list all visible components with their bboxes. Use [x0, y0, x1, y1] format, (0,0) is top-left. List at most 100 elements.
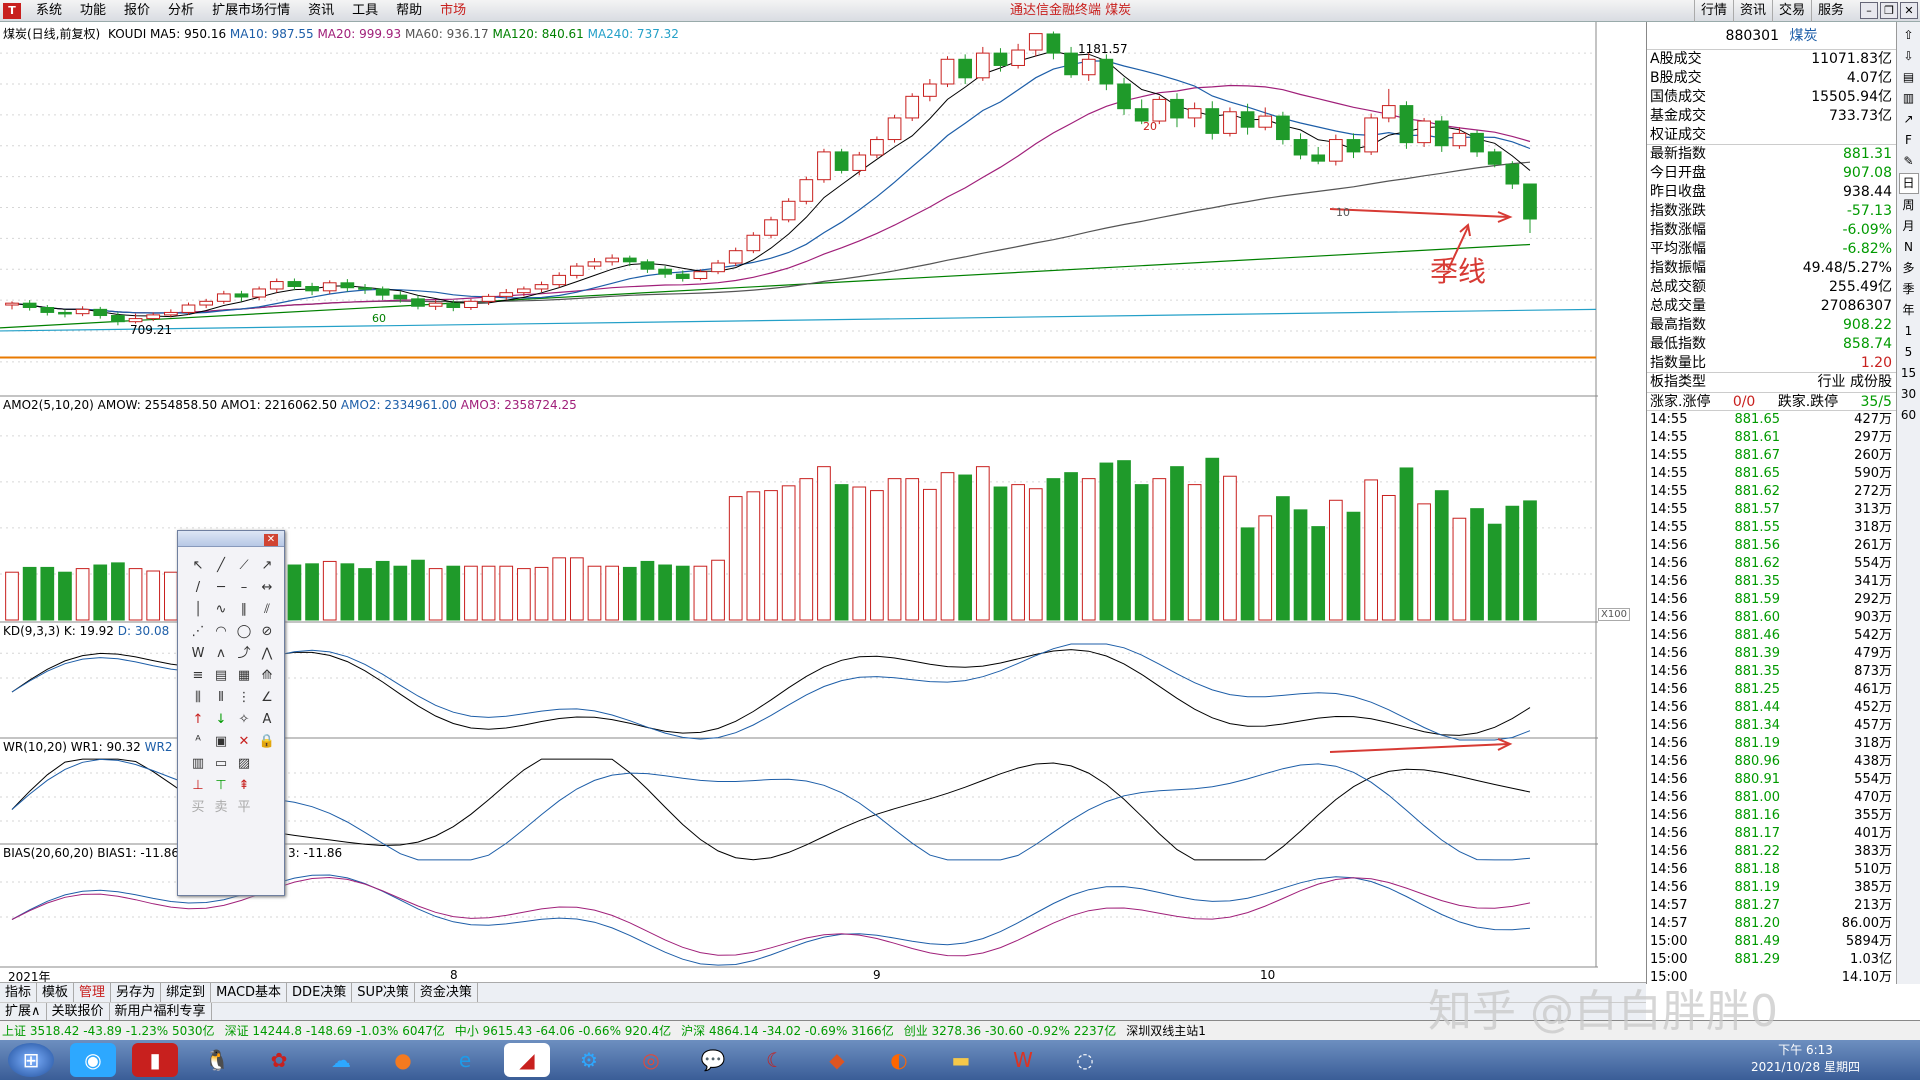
parallel-tool-icon[interactable]: ∥ — [233, 599, 255, 621]
up-arrow-icon[interactable]: ↑ — [187, 709, 209, 731]
firefox-icon[interactable]: ● — [380, 1043, 426, 1077]
period-season[interactable]: 季 — [1899, 280, 1919, 299]
fan-tool-icon[interactable]: ⟰ — [256, 665, 278, 687]
tab-newuser[interactable]: 新用户福利专享 — [110, 1003, 212, 1020]
kline-icon[interactable]: ▥ — [1899, 89, 1919, 108]
text-tool-icon[interactable]: A — [256, 709, 278, 731]
menu-tools[interactable]: 工具 — [343, 0, 387, 22]
period-week[interactable]: 周 — [1899, 196, 1919, 215]
tab-expand[interactable]: 扩展∧ — [0, 1003, 47, 1020]
delete-tool-icon[interactable]: ✕ — [233, 731, 255, 753]
tdx-app-icon[interactable]: ▮ — [132, 1043, 178, 1077]
menu-news[interactable]: 资讯 — [299, 0, 343, 22]
hsegment-icon[interactable]: ↔ — [256, 577, 278, 599]
status-hs[interactable]: 沪深 4864.14 -34.02 -0.69% 3166亿 — [681, 1022, 894, 1039]
menu-function[interactable]: 功能 — [71, 0, 115, 22]
start-button[interactable]: ⊞ — [8, 1043, 54, 1077]
angle-tool-icon[interactable]: ∠ — [256, 687, 278, 709]
menu-fuwu[interactable]: 服务 — [1810, 0, 1850, 22]
tab-bind[interactable]: 绑定到 — [161, 983, 212, 1002]
menu-system[interactable]: 系统 — [27, 0, 71, 22]
video-icon[interactable]: ◌ — [1062, 1043, 1108, 1077]
period-5min[interactable]: 5 — [1899, 343, 1919, 362]
nav-up-icon[interactable]: ⇧ — [1899, 26, 1919, 45]
restore-icon[interactable]: ❐ — [1880, 2, 1898, 19]
note-tool-icon[interactable]: ▥ — [187, 753, 209, 775]
status-zx[interactable]: 中小 9615.43 -64.06 -0.66% 920.4亿 — [455, 1022, 671, 1039]
qq-icon[interactable]: 🐧 — [194, 1043, 240, 1077]
menu-ext-market[interactable]: 扩展市场行情 — [203, 0, 299, 22]
f10-icon[interactable]: F — [1899, 131, 1919, 150]
sell-text-icon[interactable]: 卖 — [210, 797, 232, 819]
w-pattern-icon[interactable]: W — [187, 643, 209, 665]
wave-tool-icon[interactable]: ∿ — [210, 599, 232, 621]
close-icon[interactable]: ✕ — [1900, 2, 1918, 19]
mark-tool-icon[interactable]: ✧ — [233, 709, 255, 731]
period-multi[interactable]: 多 — [1899, 259, 1919, 278]
hray-tool-icon[interactable]: – — [233, 577, 255, 599]
down-arrow-icon[interactable]: ↓ — [210, 709, 232, 731]
app-orange-icon[interactable]: ◐ — [876, 1043, 922, 1077]
period-n[interactable]: N — [1899, 238, 1919, 257]
tab-save-as[interactable]: 另存为 — [111, 983, 162, 1002]
arc-tool-icon[interactable]: ◠ — [210, 621, 232, 643]
square-tool-icon[interactable]: ▣ — [210, 731, 232, 753]
grid-tool-icon[interactable]: ≡ — [187, 665, 209, 687]
period-15min[interactable]: 15 — [1899, 364, 1919, 383]
status-sh[interactable]: 上证 3518.42 -43.89 -1.23% 5030亿 — [2, 1022, 215, 1039]
fib-tool-icon[interactable]: ⋰ — [187, 621, 209, 643]
tab-sup[interactable]: SUP决策 — [352, 983, 415, 1002]
period-day[interactable]: 日 — [1898, 173, 1919, 194]
menu-help[interactable]: 帮助 — [387, 0, 431, 22]
vline-tool-icon[interactable]: │ — [187, 599, 209, 621]
line-tool-icon[interactable]: ╱ — [210, 555, 232, 577]
cursor-tool-icon[interactable]: ↖ — [187, 555, 209, 577]
browser-360-icon[interactable]: ◉ — [70, 1043, 116, 1077]
wechat-icon[interactable]: 💬 — [690, 1043, 736, 1077]
flat-mark-icon[interactable]: ⇞ — [233, 775, 255, 797]
menu-zixun[interactable]: 资讯 — [1732, 0, 1772, 22]
zigzag-tool-icon[interactable]: ⋀ — [256, 643, 278, 665]
circle-tool-icon[interactable]: ◯ — [233, 621, 255, 643]
toolbox-close-icon[interactable]: ✕ — [264, 534, 278, 546]
status-sz[interactable]: 深证 14244.8 -148.69 -1.03% 6047亿 — [225, 1022, 445, 1039]
tab-indicator[interactable]: 指标 — [0, 983, 38, 1002]
menu-analysis[interactable]: 分析 — [159, 0, 203, 22]
arrow-line-icon[interactable]: ↗ — [256, 555, 278, 577]
network-icon[interactable]: ⚙ — [566, 1043, 612, 1077]
wps-icon[interactable]: W — [1000, 1043, 1046, 1077]
app-diamond-icon[interactable]: ◆ — [814, 1043, 860, 1077]
tick-list[interactable]: 14:55 881.65 427万 14:55 881.61 297万 14:55 881.6… — [1647, 411, 1896, 987]
chart-icon[interactable]: ▤ — [1899, 68, 1919, 87]
buy-text-icon[interactable]: 买 — [187, 797, 209, 819]
sell-mark-icon[interactable]: ⊤ — [210, 775, 232, 797]
tab-fund[interactable]: 资金决策 — [415, 983, 478, 1002]
cloud-icon[interactable]: ☁ — [318, 1043, 364, 1077]
tab-related[interactable]: 关联报价 — [47, 1003, 110, 1020]
box-tool-icon[interactable]: ▤ — [210, 665, 232, 687]
status-cy[interactable]: 创业 3278.36 -30.60 -0.92% 2237亿 — [904, 1022, 1117, 1039]
channel-tool-icon[interactable]: ⫽ — [256, 599, 278, 621]
system-clock[interactable]: 下午 6:13 2021/10/28 星期四 — [1751, 1042, 1860, 1076]
menu-jiaoyi[interactable]: 交易 — [1771, 0, 1811, 22]
tab-macd[interactable]: MACD基本 — [211, 983, 288, 1002]
drawing-toolbox[interactable]: ✕ ↖ ╱ ⟋ ↗ / ─ – ↔ │ ∿ ∥ ⫽ ⋰ ◠ ◯ ⊘ Wʌ ⤴ ⋀ ≡ ▤ ▦ ⟰ ⫼ ⦀ ⋮ ∠ ↑ ↓ ✧… — [177, 530, 285, 896]
menu-quote[interactable]: 报价 — [115, 0, 159, 22]
chrome-icon[interactable]: ◎ — [628, 1043, 674, 1077]
cycle-tool-icon[interactable]: ⦀ — [210, 687, 232, 709]
tab-template[interactable]: 模板 — [37, 983, 75, 1002]
menu-market[interactable]: 市场 — [431, 0, 475, 22]
period-year[interactable]: 年 — [1899, 301, 1919, 320]
trend-tool-icon[interactable]: ⤴ — [233, 643, 255, 665]
app-red-icon[interactable]: ☾ — [752, 1043, 798, 1077]
label-tool-icon[interactable]: ᴬ — [187, 731, 209, 753]
rect-tool-icon[interactable]: ▭ — [210, 753, 232, 775]
folder-icon[interactable]: ▬ — [938, 1043, 984, 1077]
period-1min[interactable]: 1 — [1899, 322, 1919, 341]
period-60min[interactable]: 60 — [1899, 406, 1919, 425]
ray-tool-icon[interactable]: ⟋ — [233, 555, 255, 577]
period-tool-icon[interactable]: ⫼ — [187, 687, 209, 709]
stock-app-icon[interactable]: ✿ — [256, 1043, 302, 1077]
segment-tool-icon[interactable]: / — [187, 577, 209, 599]
ellipse-tool-icon[interactable]: ⊘ — [256, 621, 278, 643]
